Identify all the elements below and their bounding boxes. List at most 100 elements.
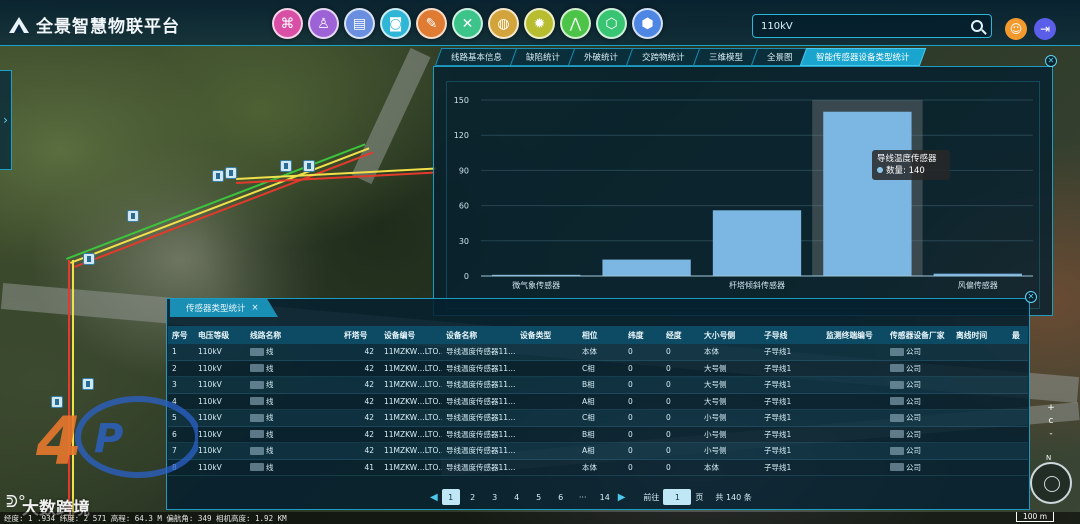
column-header[interactable]: 设备编号	[380, 326, 442, 344]
redacted-mask	[890, 446, 904, 455]
column-header[interactable]: 监测终端编号	[822, 326, 886, 344]
column-header[interactable]: 纬度	[624, 326, 662, 344]
prev-page-icon[interactable]: ◀	[430, 492, 438, 503]
tower-marker[interactable]	[82, 378, 94, 390]
tower-marker[interactable]	[83, 253, 95, 265]
table-row[interactable]: 1 110kV 线 42 11MZKW…LTO… 导线温度传感器11… 本体 0 0 本体 子导线1…	[168, 344, 1028, 361]
stamp-icon[interactable]: ✎	[416, 8, 447, 39]
table-cell: 导线温度传感器11…	[442, 460, 516, 476]
tab-close-icon[interactable]: ×	[252, 303, 259, 313]
column-header[interactable]: 传感器设备厂家	[886, 326, 952, 344]
table-row[interactable]: 6 110kV 线 42 11MZKW…LTO… 导线温度传感器11… B相 0 0 小号侧 子导线…	[168, 427, 1028, 443]
tab-1[interactable]: 缺陷统计	[509, 48, 577, 66]
table-row[interactable]: 8 110kV 线 41 11MZKW…LTO… 导线温度传感器11… 本体 0 0 本体 子导线1…	[168, 460, 1028, 476]
cell-text: 大号侧	[704, 396, 727, 406]
zoom-controls[interactable]: + c -	[1045, 402, 1057, 441]
tab-2[interactable]: 外破统计	[567, 48, 635, 66]
column-header[interactable]: 离线时间	[952, 326, 1008, 344]
cell-text: 大号侧	[704, 363, 727, 373]
table-cell: 42	[340, 361, 380, 377]
table-cell	[822, 443, 886, 459]
zoom-out-icon[interactable]: -	[1045, 428, 1057, 441]
table-row[interactable]: 5 110kV 线 42 11MZKW…LTO… 导线温度传感器11… C相 0 0 小号侧 子导线…	[168, 410, 1028, 427]
goto-page-input[interactable]: 1	[663, 489, 692, 505]
column-header[interactable]: 序号	[168, 326, 194, 344]
tower-marker[interactable]	[303, 160, 315, 172]
column-header[interactable]: 子导线	[760, 326, 822, 344]
page-button[interactable]: 5	[530, 489, 548, 505]
bar[interactable]	[602, 259, 691, 276]
compass-icon[interactable]	[1030, 462, 1072, 504]
cell-text: 0	[666, 429, 671, 439]
table-close-icon[interactable]: ✕	[1025, 291, 1037, 303]
next-page-icon[interactable]: ▶	[618, 492, 626, 503]
search-input[interactable]: 110kV	[761, 21, 971, 32]
cube-icon[interactable]: ⬡	[596, 8, 627, 39]
detail-tabs: 线路基本信息 缺陷统计 外破统计 交跨物统计 三维模型 全景图 智能传感器设备类型统计	[434, 48, 926, 66]
chart-close-icon[interactable]: ✕	[1045, 55, 1057, 67]
page-button[interactable]: ···	[574, 489, 592, 505]
bar[interactable]	[712, 210, 802, 276]
layers-icon[interactable]: ▤	[344, 8, 375, 39]
page-button[interactable]: 6	[552, 489, 570, 505]
table-row[interactable]: 3 110kV 线 42 11MZKW…LTO… 导线温度传感器11… B相 0 0 大号侧 子导线…	[168, 377, 1028, 394]
tools-icon[interactable]: ✕	[452, 8, 483, 39]
globe-icon[interactable]: ◍	[488, 8, 519, 39]
cell-text: C相	[582, 363, 595, 373]
cell-text: 子导线1	[764, 347, 792, 357]
network-icon[interactable]: ⌘	[272, 8, 303, 39]
cell-text: B相	[582, 429, 595, 439]
page-button[interactable]: 1	[441, 489, 460, 505]
user-icon[interactable]: ☺	[1005, 18, 1027, 40]
search-icon[interactable]	[971, 20, 983, 32]
table-row[interactable]: 4 110kV 线 42 11MZKW…LTO… 导线温度传感器11… A相 0 0 大号侧 子导线…	[168, 394, 1028, 410]
table-row[interactable]: 7 110kV 线 42 11MZKW…LTO… 导线温度传感器11… A相 0 0 小号侧 子导线…	[168, 443, 1028, 460]
column-header[interactable]: 最	[1008, 326, 1028, 344]
camera-icon[interactable]: ◙	[380, 8, 411, 39]
table-cell: 线	[246, 410, 340, 426]
tab-4[interactable]: 三维模型	[692, 48, 759, 66]
column-header[interactable]: 设备名称	[442, 326, 516, 344]
gear-icon[interactable]: ✹	[524, 8, 555, 39]
logout-icon[interactable]: ⇥	[1034, 18, 1056, 40]
column-header[interactable]: 大小号侧	[700, 326, 760, 344]
tower-marker[interactable]	[280, 160, 292, 172]
shield-icon[interactable]: ⬢	[632, 8, 663, 39]
zoom-in-icon[interactable]: +	[1045, 402, 1057, 415]
tab-6[interactable]: 智能传感器设备类型统计	[799, 48, 926, 66]
page-button[interactable]: 3	[486, 489, 504, 505]
tab-3[interactable]: 交跨物统计	[625, 48, 701, 66]
svg-text:P: P	[94, 416, 123, 462]
column-header[interactable]: 经度	[662, 326, 700, 344]
page-button[interactable]: 2	[464, 489, 482, 505]
table-cell: 线	[246, 460, 340, 476]
column-header[interactable]: 杆塔号	[340, 326, 380, 344]
cell-text: 0	[666, 363, 671, 373]
cell-text: 导线温度传感器11…	[446, 347, 516, 357]
column-header[interactable]: 电压等级	[194, 326, 246, 344]
tab-0[interactable]: 线路基本信息	[434, 48, 519, 66]
tower-marker[interactable]	[127, 210, 139, 222]
table-cell: 42	[340, 427, 380, 443]
table-cell	[1008, 427, 1028, 443]
cell-text: 42	[364, 446, 374, 456]
page-button[interactable]: 4	[508, 489, 526, 505]
table-row[interactable]: 2 110kV 线 42 11MZKW…LTO… 导线温度传感器11… C相 0 0 大号侧 子导线…	[168, 361, 1028, 377]
column-header[interactable]: 相位	[578, 326, 624, 344]
tab-sensor-type-stats[interactable]: 传感器类型统计 ×	[170, 299, 278, 317]
page-button[interactable]: 14	[596, 489, 614, 505]
line-chart-icon[interactable]: ⋀	[560, 8, 591, 39]
column-header[interactable]: 线路名称	[246, 326, 340, 344]
redacted-mask	[250, 430, 264, 439]
search-box[interactable]: 110kV	[752, 14, 992, 38]
cell-text: 110kV	[198, 462, 222, 472]
table-cell: 公司	[886, 427, 952, 443]
person-icon[interactable]: ♙	[308, 8, 339, 39]
column-header[interactable]: 设备类型	[516, 326, 578, 344]
reset-view-icon[interactable]: c	[1045, 415, 1057, 428]
cell-text: 11MZKW…LTO…	[384, 380, 442, 390]
tower-marker[interactable]	[212, 170, 224, 182]
bar[interactable]	[823, 111, 912, 276]
sidebar-expand-toggle[interactable]: ›	[0, 70, 12, 170]
tower-marker[interactable]	[225, 167, 237, 179]
